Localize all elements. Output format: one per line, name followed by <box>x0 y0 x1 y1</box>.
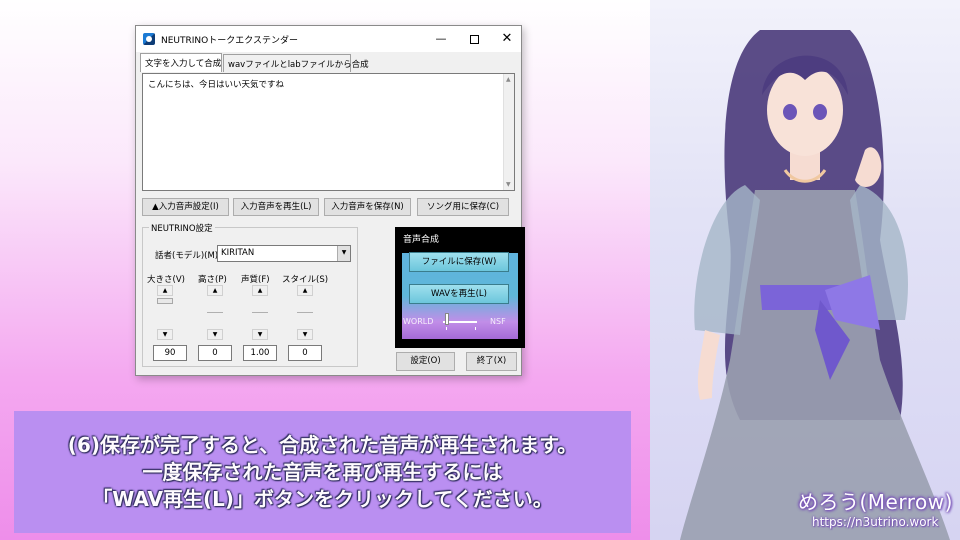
tutorial-caption: (6)保存が完了すると、合成された音声が再生されます。 一度保存された音声を再び… <box>14 411 631 533</box>
tab-wav-lab[interactable]: wavファイルとlabファイルから合成 <box>223 54 369 72</box>
play-input-button[interactable]: 入力音声を再生(L) <box>233 198 319 216</box>
slider-down-icon[interactable]: ▼ <box>297 329 313 340</box>
slider-thumb[interactable] <box>157 298 173 304</box>
credit-url: https://n3utrino.work <box>812 515 939 529</box>
text-scrollbar[interactable]: ▲ ▼ <box>503 74 514 190</box>
app-window: NEUTRINOトークエクステンダー — ✕ 文字を入力して合成 wavファイル… <box>135 25 525 376</box>
exit-button[interactable]: 終了(X) <box>466 352 517 371</box>
style-label: スタイル(S) <box>282 275 329 285</box>
character-illustration <box>680 30 950 540</box>
slider-thumb[interactable] <box>252 312 268 313</box>
input-text: こんにちは、今日はいい天気ですね <box>148 80 285 90</box>
minimize-icon: — <box>435 32 447 45</box>
slider-tick <box>446 327 447 330</box>
speaker-value: KIRITAN <box>221 248 255 258</box>
pitch-value[interactable]: 0 <box>198 345 232 361</box>
title-bar[interactable]: NEUTRINOトークエクステンダー — ✕ <box>136 26 521 52</box>
caption-line-3: 「WAV再生(L)」ボタンをクリックしてください。 <box>92 486 553 511</box>
character-illustration-panel <box>650 0 960 540</box>
save-for-song-button[interactable]: ソング用に保存(C) <box>417 198 509 216</box>
vocoder-slider-thumb[interactable] <box>445 313 449 325</box>
style-value[interactable]: 0 <box>288 345 322 361</box>
style-slider[interactable]: ▲ ▼ <box>295 285 315 340</box>
synthesis-title: 音声合成 <box>403 235 440 245</box>
pitch-slider[interactable]: ▲ ▼ <box>205 285 225 340</box>
timbre-value[interactable]: 1.00 <box>243 345 277 361</box>
maximize-button[interactable] <box>460 26 488 52</box>
nsf-label: NSF <box>490 317 506 326</box>
scroll-up-icon[interactable]: ▲ <box>506 76 511 83</box>
save-input-button[interactable]: 入力音声を保存(N) <box>324 198 411 216</box>
input-text-area[interactable]: こんにちは、今日はいい天気ですね ▲ ▼ <box>142 73 515 191</box>
slider-down-icon[interactable]: ▼ <box>157 329 173 340</box>
save-file-button[interactable]: ファイルに保存(W) <box>409 252 509 272</box>
synthesis-panel: 音声合成 ファイルに保存(W) WAVを再生(L) WORLD NSF <box>395 227 525 348</box>
slider-down-icon[interactable]: ▼ <box>252 329 268 340</box>
tab-text-input[interactable]: 文字を入力して合成 <box>140 53 222 72</box>
close-button[interactable]: ✕ <box>493 26 521 52</box>
slider-tick <box>475 327 476 330</box>
neutrino-settings-group: NEUTRINO設定 話者(モデル)(M) KIRITAN ▼ 大きさ(V) 高… <box>142 222 358 367</box>
neutrino-settings-title: NEUTRINO設定 <box>149 222 215 234</box>
slider-thumb[interactable] <box>207 312 223 313</box>
slider-up-icon[interactable]: ▲ <box>252 285 268 296</box>
pitch-label: 高さ(P) <box>198 275 227 285</box>
minimize-button[interactable]: — <box>427 26 455 52</box>
window-title: NEUTRINOトークエクステンダー <box>161 36 298 46</box>
volume-value[interactable]: 90 <box>153 345 187 361</box>
timbre-slider[interactable]: ▲ ▼ <box>250 285 270 340</box>
world-label: WORLD <box>403 317 434 326</box>
settings-button[interactable]: 設定(O) <box>396 352 455 371</box>
input-voice-settings-button[interactable]: ▲入力音声設定(I) <box>142 198 229 216</box>
volume-slider[interactable]: ▲ ▼ <box>155 285 175 340</box>
slider-up-icon[interactable]: ▲ <box>297 285 313 296</box>
slider-up-icon[interactable]: ▲ <box>207 285 223 296</box>
speaker-label: 話者(モデル)(M) <box>155 251 219 261</box>
app-icon <box>143 33 155 45</box>
slider-up-icon[interactable]: ▲ <box>157 285 173 296</box>
caption-line-2: 一度保存された音声を再び再生するには <box>142 459 503 484</box>
maximize-icon <box>469 34 479 44</box>
caption-line-1: (6)保存が完了すると、合成された音声が再生されます。 <box>67 432 578 457</box>
slider-down-icon[interactable]: ▼ <box>207 329 223 340</box>
play-wav-button[interactable]: WAVを再生(L) <box>409 284 509 304</box>
slider-thumb[interactable] <box>297 312 313 313</box>
credit-name: めろう(Merrow) <box>798 490 953 514</box>
chevron-down-icon[interactable]: ▼ <box>337 246 350 261</box>
timbre-label: 声質(F) <box>241 275 270 285</box>
volume-label: 大きさ(V) <box>147 275 185 285</box>
close-icon: ✕ <box>501 31 513 46</box>
scroll-down-icon[interactable]: ▼ <box>506 181 511 188</box>
speaker-select[interactable]: KIRITAN ▼ <box>217 245 351 262</box>
